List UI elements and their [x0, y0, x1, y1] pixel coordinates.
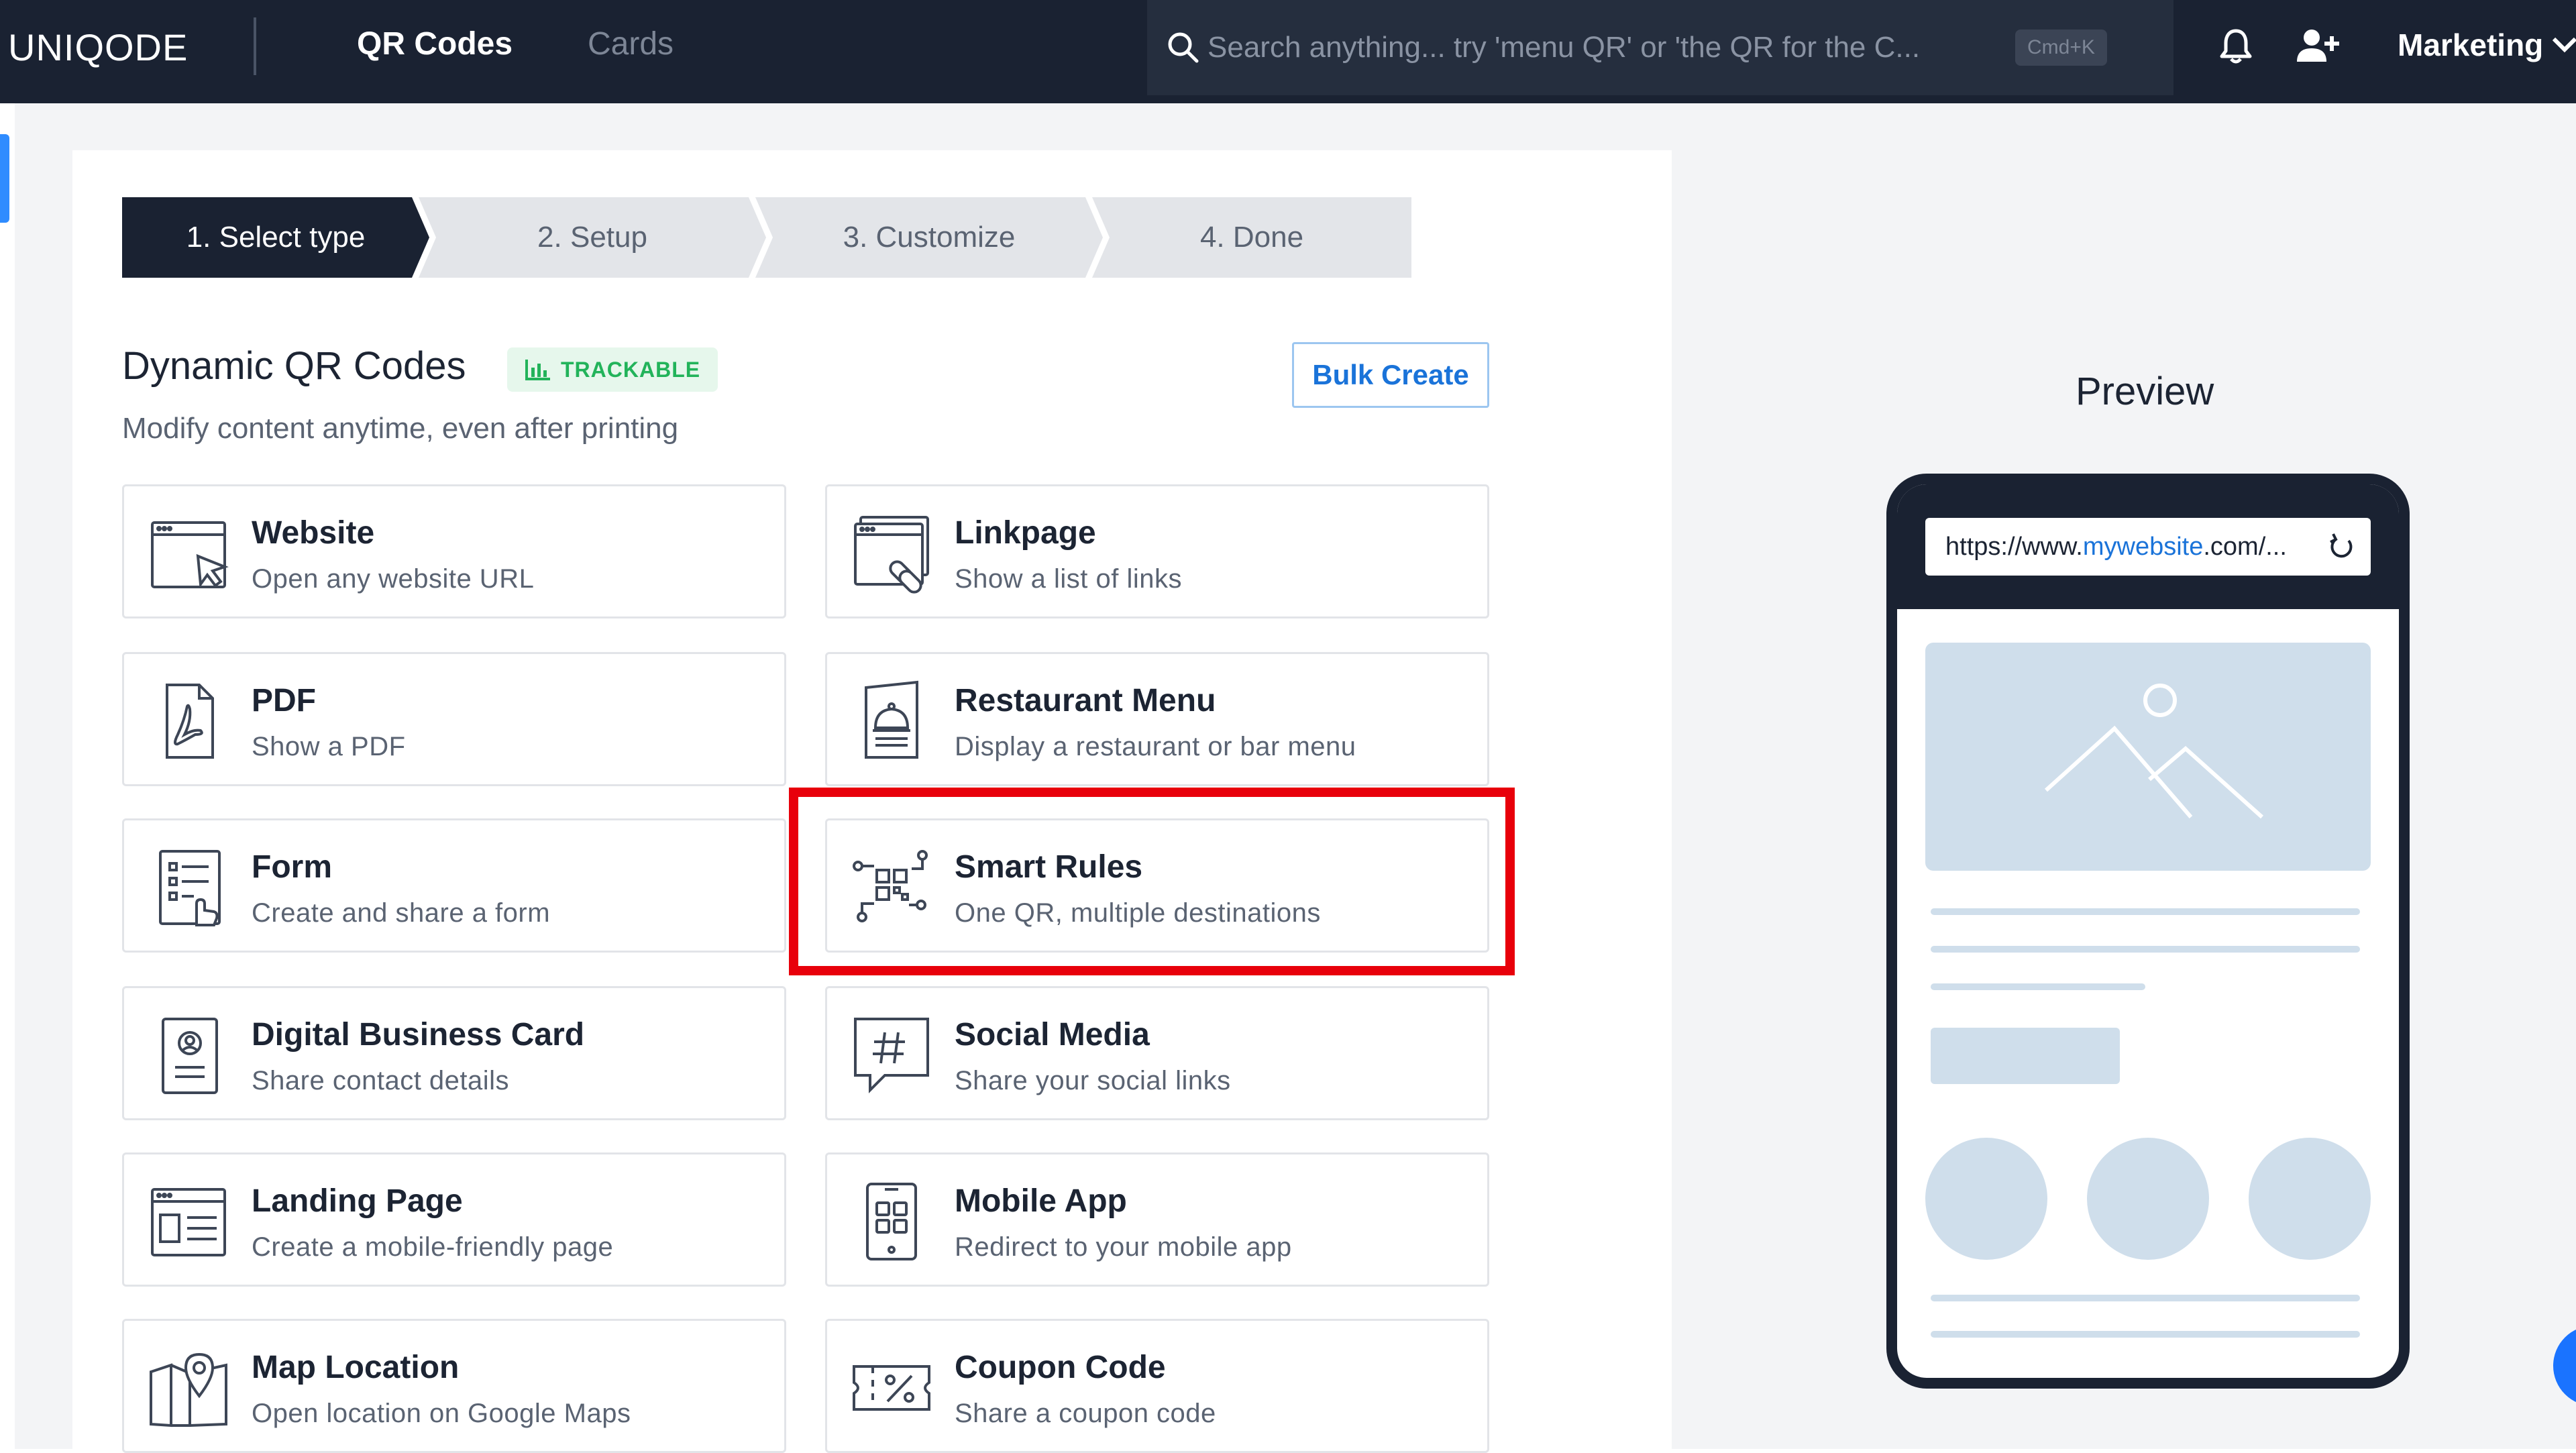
text-placeholder [1931, 946, 2360, 953]
qr-type-website[interactable]: Website Open any website URL [122, 484, 786, 618]
notification-bell-icon[interactable] [2217, 25, 2255, 66]
card-title: Form [252, 849, 332, 885]
qr-type-digital-business-card[interactable]: Digital Business Card Share contact deta… [122, 986, 786, 1120]
app-logo[interactable]: UNIQODE [8, 25, 188, 69]
reload-icon [2330, 533, 2353, 558]
card-desc: Share a coupon code [955, 1399, 1216, 1428]
image-placeholder [1925, 643, 2371, 871]
url-domain: mywebsite [2082, 532, 2204, 561]
image-placeholder-icon [2044, 684, 2264, 819]
form-icon [159, 850, 221, 926]
bulk-create-button[interactable]: Bulk Create [1292, 342, 1489, 408]
chevron-down-icon [2553, 37, 2576, 53]
trackable-label: TRACKABLE [561, 357, 701, 382]
add-user-icon[interactable] [2294, 25, 2341, 66]
coupon-icon [853, 1365, 930, 1411]
card-desc: Create and share a form [252, 898, 551, 928]
circle-placeholder [1925, 1138, 2047, 1260]
card-desc: Open any website URL [252, 564, 535, 594]
qr-type-form[interactable]: Form Create and share a form [122, 818, 786, 953]
browser-link-icon [854, 516, 929, 594]
section-subtitle: Modify content anytime, even after print… [122, 412, 679, 445]
step-setup[interactable]: 2. Setup [419, 197, 766, 278]
landing-page-icon [151, 1188, 226, 1256]
preview-url-bar: https://www. mywebsite .com/... [1925, 518, 2371, 576]
card-title: PDF [252, 683, 316, 718]
card-title: Coupon Code [955, 1350, 1166, 1385]
preview-title: Preview [2076, 370, 2214, 413]
qr-type-social-media[interactable]: Social Media Share your social links [825, 986, 1489, 1120]
logo-divider [254, 17, 256, 75]
circle-placeholder [2087, 1138, 2209, 1260]
search-bar[interactable]: Search anything... try 'menu QR' or 'the… [1147, 0, 2174, 95]
card-title: Social Media [955, 1017, 1150, 1053]
card-desc: Redirect to your mobile app [955, 1232, 1292, 1262]
qr-type-restaurant-menu[interactable]: Restaurant Menu Display a restaurant or … [825, 652, 1489, 786]
text-placeholder [1931, 1295, 2360, 1301]
wizard-steps: 1. Select type 2. Setup 3. Customize 4. … [122, 197, 1411, 278]
business-card-icon [162, 1018, 218, 1094]
text-placeholder [1931, 1331, 2360, 1338]
step-select-type[interactable]: 1. Select type [122, 197, 429, 278]
card-title: Website [252, 515, 375, 551]
qr-type-linkpage[interactable]: Linkpage Show a list of links [825, 484, 1489, 618]
url-suffix: .com/... [2203, 532, 2287, 561]
circle-placeholder [2249, 1138, 2371, 1260]
card-desc: Create a mobile-friendly page [252, 1232, 614, 1262]
card-desc: Open location on Google Maps [252, 1399, 631, 1428]
cloche-menu-icon [865, 680, 918, 759]
search-icon [1168, 32, 1199, 63]
browser-cursor-icon [151, 521, 229, 588]
map-pin-icon [150, 1352, 227, 1428]
card-title: Restaurant Menu [955, 683, 1216, 718]
phone-preview: https://www. mywebsite .com/... [1886, 474, 2410, 1389]
workspace-dropdown[interactable]: Marketing [2398, 27, 2576, 63]
card-title: Linkpage [955, 515, 1096, 551]
hashtag-icon [854, 1018, 929, 1093]
qr-type-coupon-code[interactable]: Coupon Code Share a coupon code [825, 1319, 1489, 1453]
card-title: Landing Page [252, 1183, 463, 1219]
card-title: Mobile App [955, 1183, 1127, 1219]
pdf-icon [166, 684, 214, 759]
chart-icon [525, 360, 550, 380]
card-desc: Show a list of links [955, 564, 1183, 594]
trackable-badge: TRACKABLE [507, 347, 718, 392]
search-input[interactable]: Search anything... try 'menu QR' or 'the… [1208, 31, 2006, 64]
step-customize[interactable]: 3. Customize [755, 197, 1103, 278]
qr-type-map-location[interactable]: Map Location Open location on Google Map… [122, 1319, 786, 1453]
card-title: Map Location [252, 1350, 460, 1385]
qr-type-mobile-app[interactable]: Mobile App Redirect to your mobile app [825, 1152, 1489, 1287]
search-shortcut-badge: Cmd+K [2015, 30, 2107, 66]
qr-type-pdf[interactable]: PDF Show a PDF [122, 652, 786, 786]
tab-cards[interactable]: Cards [588, 25, 674, 62]
workspace-label: Marketing [2398, 28, 2544, 62]
smart-rules-highlight-box [789, 788, 1515, 975]
sidebar-accent [0, 134, 9, 223]
qr-type-landing-page[interactable]: Landing Page Create a mobile-friendly pa… [122, 1152, 786, 1287]
section-title: Dynamic QR Codes [122, 344, 466, 388]
card-desc: Share your social links [955, 1066, 1231, 1095]
button-placeholder [1931, 1028, 2120, 1084]
text-placeholder [1931, 908, 2360, 915]
text-placeholder [1931, 983, 2145, 990]
step-done[interactable]: 4. Done [1092, 197, 1411, 278]
tab-qr-codes[interactable]: QR Codes [357, 25, 513, 62]
top-navigation-bar: UNIQODE QR Codes Cards Search anything..… [0, 0, 2576, 103]
card-desc: Show a PDF [252, 732, 406, 761]
card-desc: Display a restaurant or bar menu [955, 732, 1356, 761]
mobile-app-icon [866, 1183, 917, 1260]
url-prefix: https://www. [1945, 532, 2083, 561]
card-title: Digital Business Card [252, 1017, 585, 1053]
card-desc: Share contact details [252, 1066, 510, 1095]
